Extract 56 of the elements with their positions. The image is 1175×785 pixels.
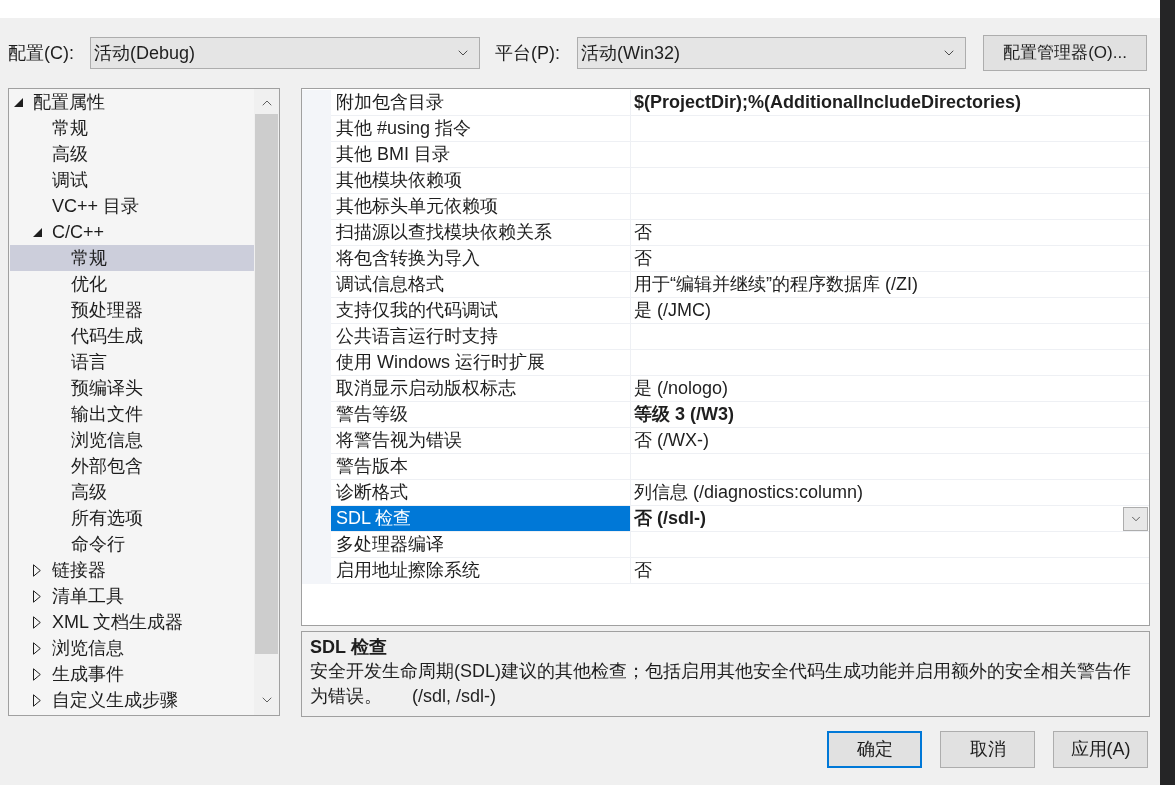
scrollbar[interactable] xyxy=(254,89,279,715)
property-value: 等级 3 (/W3) xyxy=(634,403,734,426)
tree-item[interactable]: C/C++ xyxy=(10,219,254,245)
description-title: SDL 检查 xyxy=(310,636,388,659)
property-name[interactable]: SDL 检查 xyxy=(331,506,630,531)
property-value: 列信息 (/diagnostics:column) xyxy=(634,481,864,504)
property-value: 是 (/nologo) xyxy=(634,377,729,400)
tree-item[interactable]: 常规 xyxy=(10,245,254,271)
platform-dropdown[interactable]: 活动(Win32) xyxy=(577,37,966,69)
tree-item[interactable]: 链接器 xyxy=(10,557,254,583)
configuration-dropdown[interactable]: 活动(Debug) xyxy=(90,37,480,69)
collapsed-triangle-icon[interactable] xyxy=(33,589,41,603)
tree-item[interactable]: 清单工具 xyxy=(10,583,254,609)
configuration-label: 配置(C): xyxy=(8,41,75,65)
tree-item[interactable]: 调试 xyxy=(10,167,254,193)
expanded-triangle-icon[interactable] xyxy=(33,227,42,237)
configuration-manager-button[interactable]: 配置管理器(O)... xyxy=(983,35,1147,71)
collapsed-triangle-icon[interactable] xyxy=(33,693,41,707)
tree-item[interactable]: 预编译头 xyxy=(10,375,254,401)
tree-item[interactable]: 常规 xyxy=(10,115,254,141)
dialog-button[interactable]: 取消 xyxy=(940,731,1035,768)
property-value: 否 (/WX-) xyxy=(634,429,709,452)
tree-item[interactable]: 高级 xyxy=(10,141,254,167)
tree-item[interactable]: 自定义生成步骤 xyxy=(10,687,254,713)
dialog-button[interactable]: 应用(A) xyxy=(1053,731,1148,768)
property-value: 是 (/JMC) xyxy=(634,299,711,322)
collapsed-triangle-icon[interactable] xyxy=(33,615,41,629)
tree-item[interactable]: 代码生成 xyxy=(10,323,254,349)
tree-item[interactable]: 浏览信息 xyxy=(10,635,254,661)
tree-item[interactable]: 浏览信息 xyxy=(10,427,254,453)
tree-item[interactable]: VC++ 目录 xyxy=(10,193,254,219)
platform-label: 平台(P): xyxy=(495,41,561,65)
tree-item[interactable]: 语言 xyxy=(10,349,254,375)
expanded-triangle-icon[interactable] xyxy=(14,97,23,107)
tree-item[interactable]: 外部包含 xyxy=(10,453,254,479)
tree-item[interactable]: 配置属性 xyxy=(10,89,254,115)
collapsed-triangle-icon[interactable] xyxy=(33,667,41,681)
collapsed-triangle-icon[interactable] xyxy=(33,563,41,577)
tree-item[interactable]: 所有选项 xyxy=(10,505,254,531)
property-value: 否 (/sdl-) xyxy=(634,507,706,530)
collapsed-triangle-icon[interactable] xyxy=(33,641,41,655)
tree-item[interactable]: 命令行 xyxy=(10,531,254,557)
dialog-button[interactable]: 确定 xyxy=(827,731,922,768)
property-value: 否 xyxy=(634,221,652,244)
description-text: 安全开发生命周期(SDL)建议的其他检查；包括启用其他安全代码生成功能并启用额外的安全相关警告作为错误。 (/sdl, /sdl-) xyxy=(310,660,1132,708)
property-value: 否 xyxy=(634,247,652,270)
property-value: $(ProjectDir);%(AdditionalIncludeDirectories) xyxy=(634,91,1022,114)
tree-item[interactable]: XML 文档生成器 xyxy=(10,609,254,635)
scrollbar-thumb[interactable] xyxy=(255,114,278,654)
tree-item[interactable]: 生成事件 xyxy=(10,661,254,687)
property-value: 用于“编辑并继续”的程序数据库 (/ZI) xyxy=(634,273,918,296)
tree-item[interactable]: 高级 xyxy=(10,479,254,505)
tree-item[interactable]: 输出文件 xyxy=(10,401,254,427)
property-value: 否 xyxy=(634,559,652,582)
tree-item[interactable]: 优化 xyxy=(10,271,254,297)
tree-item[interactable]: 预处理器 xyxy=(10,297,254,323)
